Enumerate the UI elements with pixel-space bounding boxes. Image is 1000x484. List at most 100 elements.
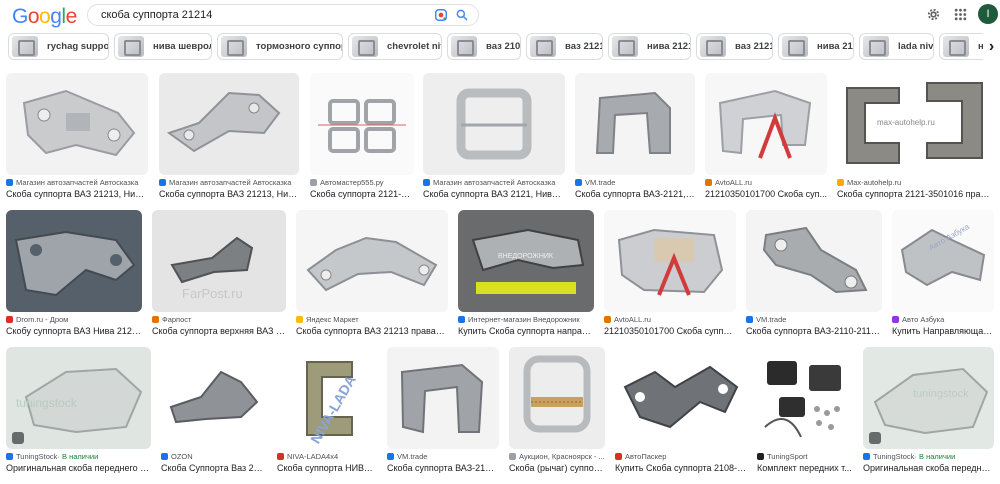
- image-result[interactable]: Авто Азбука Авто Азбука Купить Направляю…: [892, 210, 994, 338]
- result-title[interactable]: Скоба суппорта 2121-3501016 правая,...: [837, 189, 994, 199]
- result-title[interactable]: Комплект передних т...: [757, 463, 853, 473]
- image-result[interactable]: OZON Скоба Суппорта Ваз 212...: [161, 347, 267, 475]
- image-result[interactable]: Drom.ru - Дром Скобу суппорта ВАЗ Нива 2…: [6, 210, 142, 338]
- result-title[interactable]: Купить Направляющая...: [892, 326, 994, 336]
- search-icon[interactable]: [455, 8, 469, 22]
- image-result[interactable]: tuningstock TuningStock · В наличии Ориг…: [6, 347, 151, 475]
- image-result[interactable]: ВНЕДОРОЖНИК Интернет-магазин Внедорожник…: [458, 210, 594, 338]
- google-lens-icon[interactable]: [434, 8, 448, 22]
- result-thumbnail[interactable]: [604, 210, 736, 312]
- chip-niva-21213[interactable]: нива 21213: [608, 33, 691, 60]
- chevron-right-icon[interactable]: ›: [983, 33, 1000, 60]
- result-title[interactable]: Скоба Суппорта Ваз 212...: [161, 463, 267, 473]
- result-thumbnail[interactable]: [615, 347, 747, 449]
- result-source[interactable]: Интернет-магазин Внедорожник: [458, 315, 594, 324]
- image-result[interactable]: Магазин автозапчастей Автосказка Скоба с…: [159, 73, 299, 201]
- result-thumbnail[interactable]: [296, 210, 448, 312]
- result-source[interactable]: TuningStock · В наличии: [863, 452, 994, 461]
- result-source[interactable]: AvtoALL.ru: [705, 178, 827, 187]
- chip-vaz-21213[interactable]: ваз 21213: [696, 33, 773, 60]
- result-thumbnail[interactable]: [757, 347, 853, 449]
- image-result[interactable]: TuningSport Комплект передних т...: [757, 347, 853, 475]
- search-box[interactable]: скоба суппорта 21214: [87, 4, 479, 26]
- result-title[interactable]: Скоба суппорта 2121-21 ...: [310, 189, 414, 199]
- result-title[interactable]: Купить Скоба суппорта 2108-09...: [615, 463, 747, 473]
- result-source[interactable]: Яндекс Маркет: [296, 315, 448, 324]
- result-title[interactable]: Скоба суппорта ВАЗ 21213, Нива, ...: [6, 189, 148, 199]
- result-source[interactable]: Магазин автозапчастей Автосказка: [6, 178, 148, 187]
- result-title[interactable]: 21210350101700 Скоба суп...: [705, 189, 827, 199]
- image-result[interactable]: Магазин автозапчастей Автосказка Скоба с…: [423, 73, 565, 201]
- result-title[interactable]: Скоба суппорта ВАЗ 2121, Нива, 2...: [423, 189, 565, 199]
- image-result[interactable]: NIVA-LADA NIVA-LADA4x4 Скоба суппорта НИ…: [277, 347, 377, 475]
- result-source[interactable]: TuningStock · В наличии: [6, 452, 151, 461]
- chip-vaz-21214[interactable]: ваз 21214: [526, 33, 603, 60]
- result-thumbnail[interactable]: [387, 347, 499, 449]
- result-source[interactable]: Автомастер555.ру: [310, 178, 414, 187]
- result-thumbnail[interactable]: Авто Азбука: [892, 210, 994, 312]
- result-source[interactable]: Фарпост: [152, 315, 286, 324]
- gear-icon[interactable]: [926, 7, 941, 22]
- image-result[interactable]: max-autohelp.ru Max-autohelp.ru Скоба су…: [837, 73, 994, 201]
- result-thumbnail[interactable]: [159, 73, 299, 175]
- search-input[interactable]: скоба суппорта 21214: [101, 9, 212, 21]
- result-thumbnail[interactable]: [575, 73, 695, 175]
- chip-lada-niva[interactable]: lada niva: [859, 33, 934, 60]
- result-title[interactable]: Скоба суппорта ВАЗ-2121, 2...: [575, 189, 695, 199]
- result-source[interactable]: Max-autohelp.ru: [837, 178, 994, 187]
- result-thumbnail[interactable]: [6, 210, 142, 312]
- google-logo[interactable]: Google: [12, 5, 77, 29]
- result-title[interactable]: Скоба суппорта ВАЗ-2110-2112, ...: [746, 326, 882, 336]
- image-result[interactable]: АвтоПаскер Купить Скоба суппорта 2108-09…: [615, 347, 747, 475]
- image-result[interactable]: AvtoALL.ru 21210350101700 Скоба суппор..…: [604, 210, 736, 338]
- result-source[interactable]: Магазин автозапчастей Автосказка: [423, 178, 565, 187]
- result-thumbnail[interactable]: [161, 347, 267, 449]
- account-avatar[interactable]: I: [978, 4, 998, 24]
- result-title[interactable]: Оригинальная скоба переднего п...: [6, 463, 151, 473]
- result-source[interactable]: NIVA-LADA4x4: [277, 452, 377, 461]
- apps-grid-icon[interactable]: [954, 8, 967, 21]
- result-title[interactable]: Скоба суппорта ВАЗ-2121,...: [387, 463, 499, 473]
- result-title[interactable]: Оригинальная скоба переднего ...: [863, 463, 994, 473]
- result-thumbnail[interactable]: [705, 73, 827, 175]
- image-result[interactable]: Аукцион, Красноярск - ... Скоба (рычаг) …: [509, 347, 605, 475]
- chip-rychag-supporta[interactable]: rychag supporta: [8, 33, 109, 60]
- chip-niva-2121[interactable]: нива 2121: [778, 33, 854, 60]
- result-thumbnail[interactable]: [746, 210, 882, 312]
- image-result[interactable]: tuningstock TuningStock · В наличии Ориг…: [863, 347, 994, 475]
- image-result[interactable]: Магазин автозапчастей Автосказка Скоба с…: [6, 73, 148, 201]
- image-result[interactable]: VM.trade Скоба суппорта ВАЗ-2121,...: [387, 347, 499, 475]
- result-title[interactable]: Купить Скоба суппорта направл...: [458, 326, 594, 336]
- result-source[interactable]: АвтоПаскер: [615, 452, 747, 461]
- result-thumbnail[interactable]: ВНЕДОРОЖНИК: [458, 210, 594, 312]
- chip-niva-shevrole[interactable]: нива шевроле: [114, 33, 212, 60]
- result-thumbnail[interactable]: [310, 73, 414, 175]
- result-source[interactable]: VM.trade: [575, 178, 695, 187]
- result-source[interactable]: Drom.ru - Дром: [6, 315, 142, 324]
- result-title[interactable]: Скоба суппорта ВАЗ 21213, Нива, ...: [159, 189, 299, 199]
- result-title[interactable]: Скоба (рычаг) суппор...: [509, 463, 605, 473]
- result-thumbnail[interactable]: [509, 347, 605, 449]
- result-source[interactable]: TuningSport: [757, 452, 853, 461]
- result-source[interactable]: VM.trade: [387, 452, 499, 461]
- result-thumbnail[interactable]: FarPost.ru: [152, 210, 286, 312]
- image-result[interactable]: VM.trade Скоба суппорта ВАЗ-2110-2112, .…: [746, 210, 882, 338]
- result-title[interactable]: Скоба суппорта ВАЗ 21213 правая 3...: [296, 326, 448, 336]
- chip-chevrolet-niva[interactable]: chevrolet niva: [348, 33, 442, 60]
- image-result[interactable]: Яндекс Маркет Скоба суппорта ВАЗ 21213 п…: [296, 210, 448, 338]
- result-thumbnail[interactable]: [6, 73, 148, 175]
- result-title[interactable]: Скоба суппорта НИВА ...: [277, 463, 377, 473]
- result-source[interactable]: OZON: [161, 452, 267, 461]
- image-result[interactable]: FarPost.ru Фарпост Скоба суппорта верхня…: [152, 210, 286, 338]
- chip-tormoznogo-supporta[interactable]: тормозного суппорта: [217, 33, 343, 60]
- result-thumbnail[interactable]: tuningstock: [6, 347, 151, 449]
- result-source[interactable]: Авто Азбука: [892, 315, 994, 324]
- result-source[interactable]: Аукцион, Красноярск - ...: [509, 452, 605, 461]
- result-title[interactable]: Скоба суппорта верхняя ВАЗ 21...: [152, 326, 286, 336]
- result-thumbnail[interactable]: tuningstock: [863, 347, 994, 449]
- image-result[interactable]: VM.trade Скоба суппорта ВАЗ-2121, 2...: [575, 73, 695, 201]
- result-source[interactable]: Магазин автозапчастей Автосказка: [159, 178, 299, 187]
- result-title[interactable]: 21210350101700 Скоба суппор...: [604, 326, 736, 336]
- image-result[interactable]: AvtoALL.ru 21210350101700 Скоба суп...: [705, 73, 827, 201]
- chip-vaz-2108[interactable]: ваз 2108: [447, 33, 521, 60]
